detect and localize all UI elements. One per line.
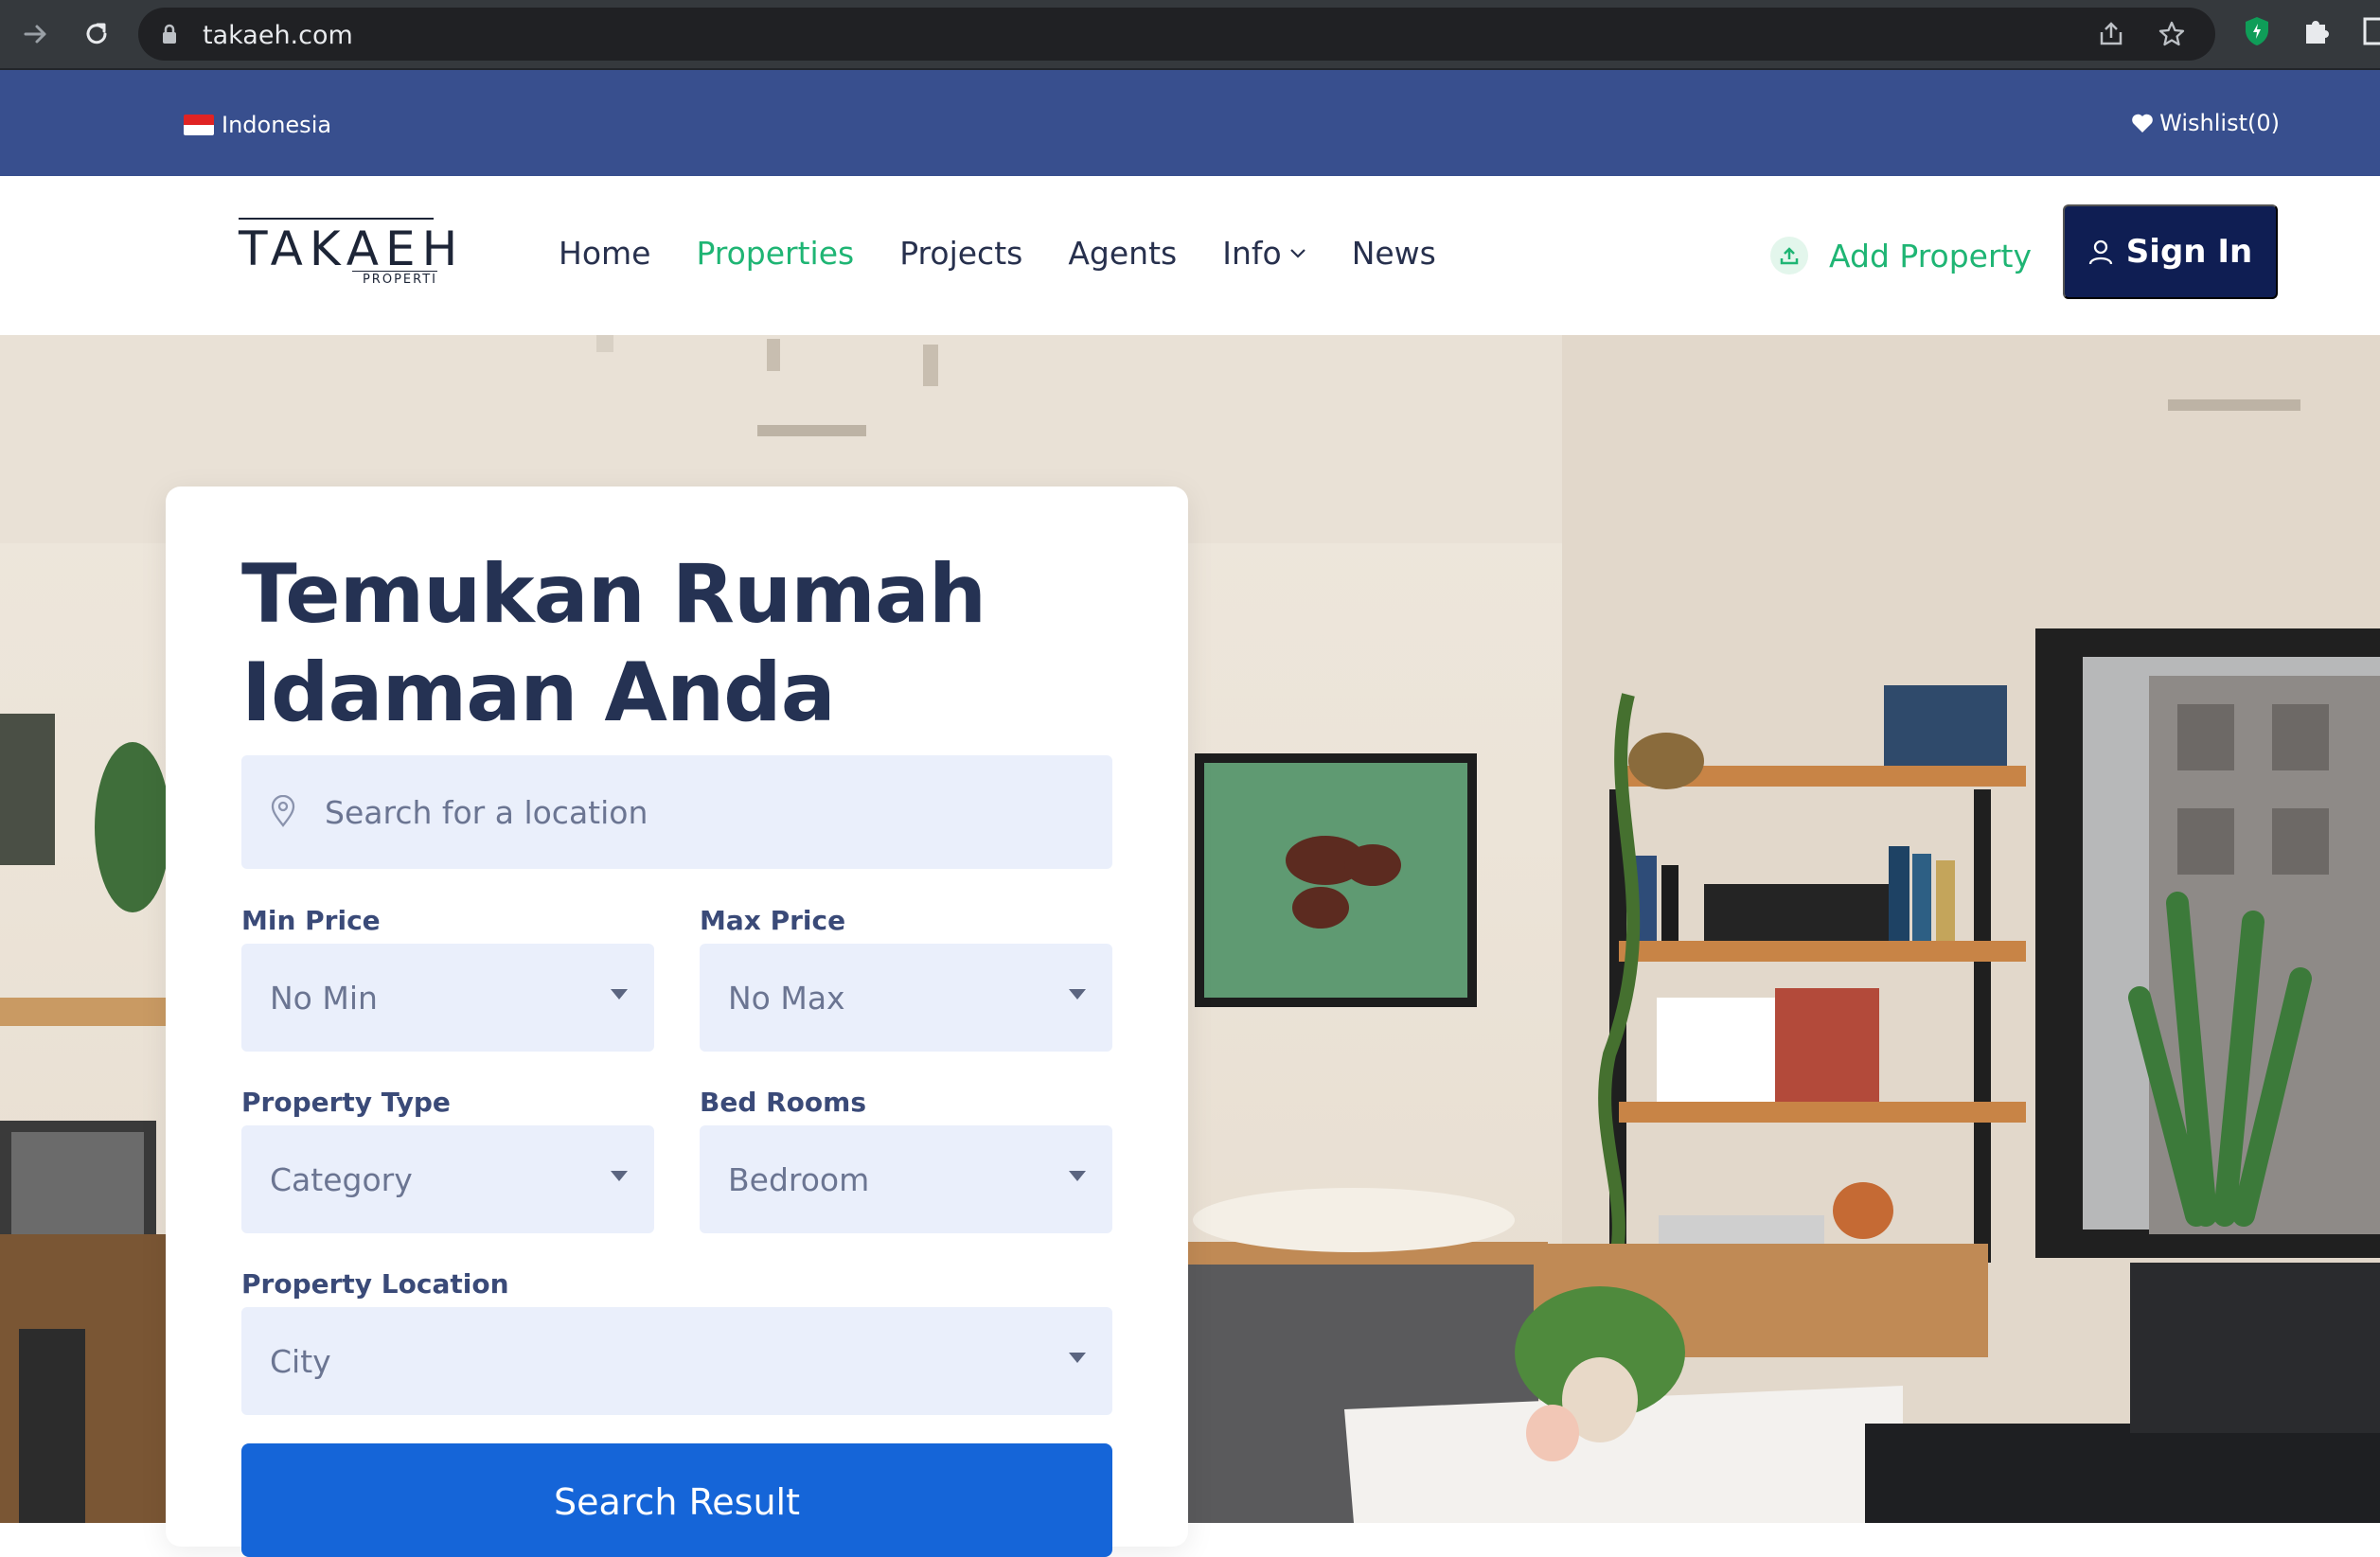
min-price-select[interactable]: No Min — [241, 944, 654, 1052]
bedrooms-select[interactable]: Bedroom — [700, 1125, 1112, 1233]
logo-wordmark: TAKAEH — [239, 221, 465, 276]
property-type-label: Property Type — [241, 1087, 451, 1118]
caret-down-icon — [1069, 989, 1086, 1000]
nav-news[interactable]: News — [1352, 235, 1436, 272]
property-location-label: Property Location — [241, 1268, 509, 1300]
caret-down-icon — [611, 1171, 628, 1181]
reload-icon — [86, 23, 107, 44]
sign-in-button[interactable]: Sign In — [2063, 204, 2278, 299]
main-header: TAKAEH PROPERTI Home Properties Projects… — [0, 176, 2380, 335]
search-result-button[interactable]: Search Result — [241, 1443, 1112, 1557]
logo-rule — [239, 218, 434, 220]
bedrooms-label: Bed Rooms — [700, 1087, 866, 1118]
arrow-right-icon — [24, 25, 46, 44]
reload-button[interactable] — [76, 13, 117, 55]
nav-home[interactable]: Home — [559, 235, 650, 272]
nav-projects[interactable]: Projects — [899, 235, 1022, 272]
nav-info-label: Info — [1222, 235, 1282, 272]
chevron-down-icon — [1289, 248, 1305, 258]
upload-icon — [1770, 237, 1808, 274]
city-select[interactable]: City — [241, 1307, 1112, 1415]
user-icon — [2088, 239, 2112, 265]
wishlist-label: Wishlist(0) — [2159, 110, 2280, 136]
heart-icon — [2132, 114, 2153, 133]
max-price-value: No Max — [728, 980, 845, 1017]
sign-in-label: Sign In — [2125, 233, 2253, 271]
shield-icon[interactable] — [2242, 15, 2272, 47]
lock-icon — [163, 24, 176, 44]
star-icon[interactable] — [2157, 19, 2187, 49]
url-text[interactable]: takaeh.com — [203, 21, 353, 50]
logo-subtitle: PROPERTI — [352, 271, 437, 287]
nav-agents[interactable]: Agents — [1068, 235, 1177, 272]
top-bar: Indonesia Wishlist(0) — [0, 70, 2380, 176]
max-price-label: Max Price — [700, 905, 846, 936]
share-icon[interactable] — [2096, 19, 2126, 49]
caret-down-icon — [1069, 1353, 1086, 1363]
add-property-label: Add Property — [1829, 237, 2033, 274]
property-type-select[interactable]: Category — [241, 1125, 654, 1233]
country-label: Indonesia — [222, 112, 332, 138]
country-selector[interactable]: Indonesia — [184, 112, 331, 138]
property-type-value: Category — [270, 1161, 413, 1198]
indonesia-flag-icon — [184, 115, 214, 135]
address-bar[interactable]: takaeh.com — [138, 8, 2215, 61]
city-value: City — [270, 1343, 331, 1380]
site-logo[interactable]: TAKAEH PROPERTI — [239, 218, 457, 287]
location-search-field[interactable] — [241, 755, 1112, 869]
bedrooms-value: Bedroom — [728, 1161, 870, 1198]
hero-title: Temukan Rumah Idaman Anda — [241, 547, 986, 740]
add-property-link[interactable]: Add Property — [1770, 237, 2032, 274]
puzzle-icon[interactable] — [2300, 15, 2333, 47]
browser-chrome: takaeh.com — [0, 0, 2380, 70]
search-card: Temukan Rumah Idaman Anda Min Price No M… — [166, 487, 1188, 1557]
nav-properties[interactable]: Properties — [696, 235, 854, 272]
caret-down-icon — [1069, 1171, 1086, 1181]
main-nav: Home Properties Projects Agents Info New… — [559, 235, 1482, 272]
window-icon[interactable] — [2363, 15, 2380, 47]
min-price-value: No Min — [270, 980, 378, 1017]
min-price-label: Min Price — [241, 905, 381, 936]
forward-button[interactable] — [15, 13, 57, 55]
caret-down-icon — [611, 989, 628, 1000]
map-pin-icon — [271, 795, 295, 827]
max-price-select[interactable]: No Max — [700, 944, 1112, 1052]
location-search-input[interactable] — [325, 755, 1082, 869]
nav-info[interactable]: Info — [1222, 235, 1305, 272]
wishlist-link[interactable]: Wishlist(0) — [2131, 110, 2280, 136]
